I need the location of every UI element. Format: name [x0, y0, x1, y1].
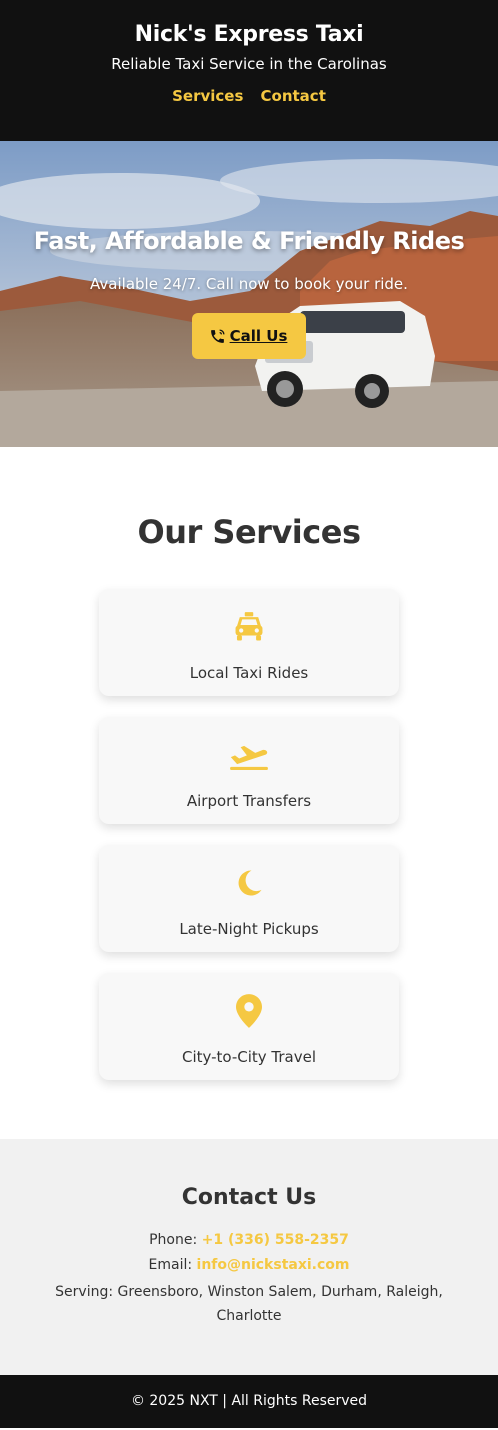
copyright-text: © 2025 NXT | All Rights Reserved: [130, 1393, 368, 1409]
site-footer: © 2025 NXT | All Rights Reserved: [0, 1375, 498, 1428]
main-nav: Services Contact: [0, 86, 498, 105]
call-us-label: Call Us: [229, 327, 288, 345]
email-link[interactable]: info@nickstaxi.com: [197, 1257, 350, 1273]
service-label: Local Taxi Rides: [189, 664, 309, 682]
taxi-icon: [232, 609, 266, 645]
service-card-late-night: Late-Night Pickups: [99, 845, 399, 952]
hero-content: Fast, Affordable & Friendly Rides Availa…: [0, 141, 498, 359]
hero-subtitle: Available 24/7. Call now to book your ri…: [90, 275, 408, 293]
site-header: Nick's Express Taxi Reliable Taxi Servic…: [0, 0, 498, 141]
services-section: Our Services Local Taxi Rides Airport Tr…: [0, 447, 498, 1139]
phone-label: Phone:: [149, 1232, 198, 1248]
contact-heading: Contact Us: [181, 1185, 317, 1210]
service-card-city-to-city: City-to-City Travel: [99, 973, 399, 1080]
service-card-airport: Airport Transfers: [99, 717, 399, 824]
site-tagline: Reliable Taxi Service in the Carolinas: [111, 55, 387, 73]
phone-link[interactable]: +1 (336) 558-2357: [202, 1232, 349, 1248]
contact-phone-line: Phone: +1 (336) 558-2357: [0, 1230, 498, 1251]
service-label: City-to-City Travel: [181, 1048, 317, 1066]
call-us-button[interactable]: Call Us: [191, 313, 307, 359]
service-area-text: Serving: Greensboro, Winston Salem, Durh…: [55, 1284, 443, 1324]
hero-section: Fast, Affordable & Friendly Rides Availa…: [0, 141, 498, 447]
plane-departure-icon: [228, 737, 270, 773]
moon-icon: [234, 865, 264, 901]
services-list: Local Taxi Rides Airport Transfers Late-…: [0, 589, 498, 1080]
contact-email-line: Email: info@nickstaxi.com: [0, 1255, 498, 1276]
services-heading: Our Services: [137, 513, 361, 551]
service-label: Late-Night Pickups: [179, 920, 319, 938]
service-label: Airport Transfers: [186, 792, 312, 810]
phone-icon: [209, 328, 226, 345]
map-pin-icon: [236, 993, 262, 1029]
contact-section: Contact Us Phone: +1 (336) 558-2357 Emai…: [0, 1139, 498, 1375]
nav-link-services[interactable]: Services: [172, 87, 243, 105]
site-title: Nick's Express Taxi: [134, 22, 364, 47]
service-card-local-taxi: Local Taxi Rides: [99, 589, 399, 696]
hero-title: Fast, Affordable & Friendly Rides: [33, 227, 465, 255]
nav-link-contact[interactable]: Contact: [261, 87, 326, 105]
email-label: Email:: [148, 1257, 193, 1273]
